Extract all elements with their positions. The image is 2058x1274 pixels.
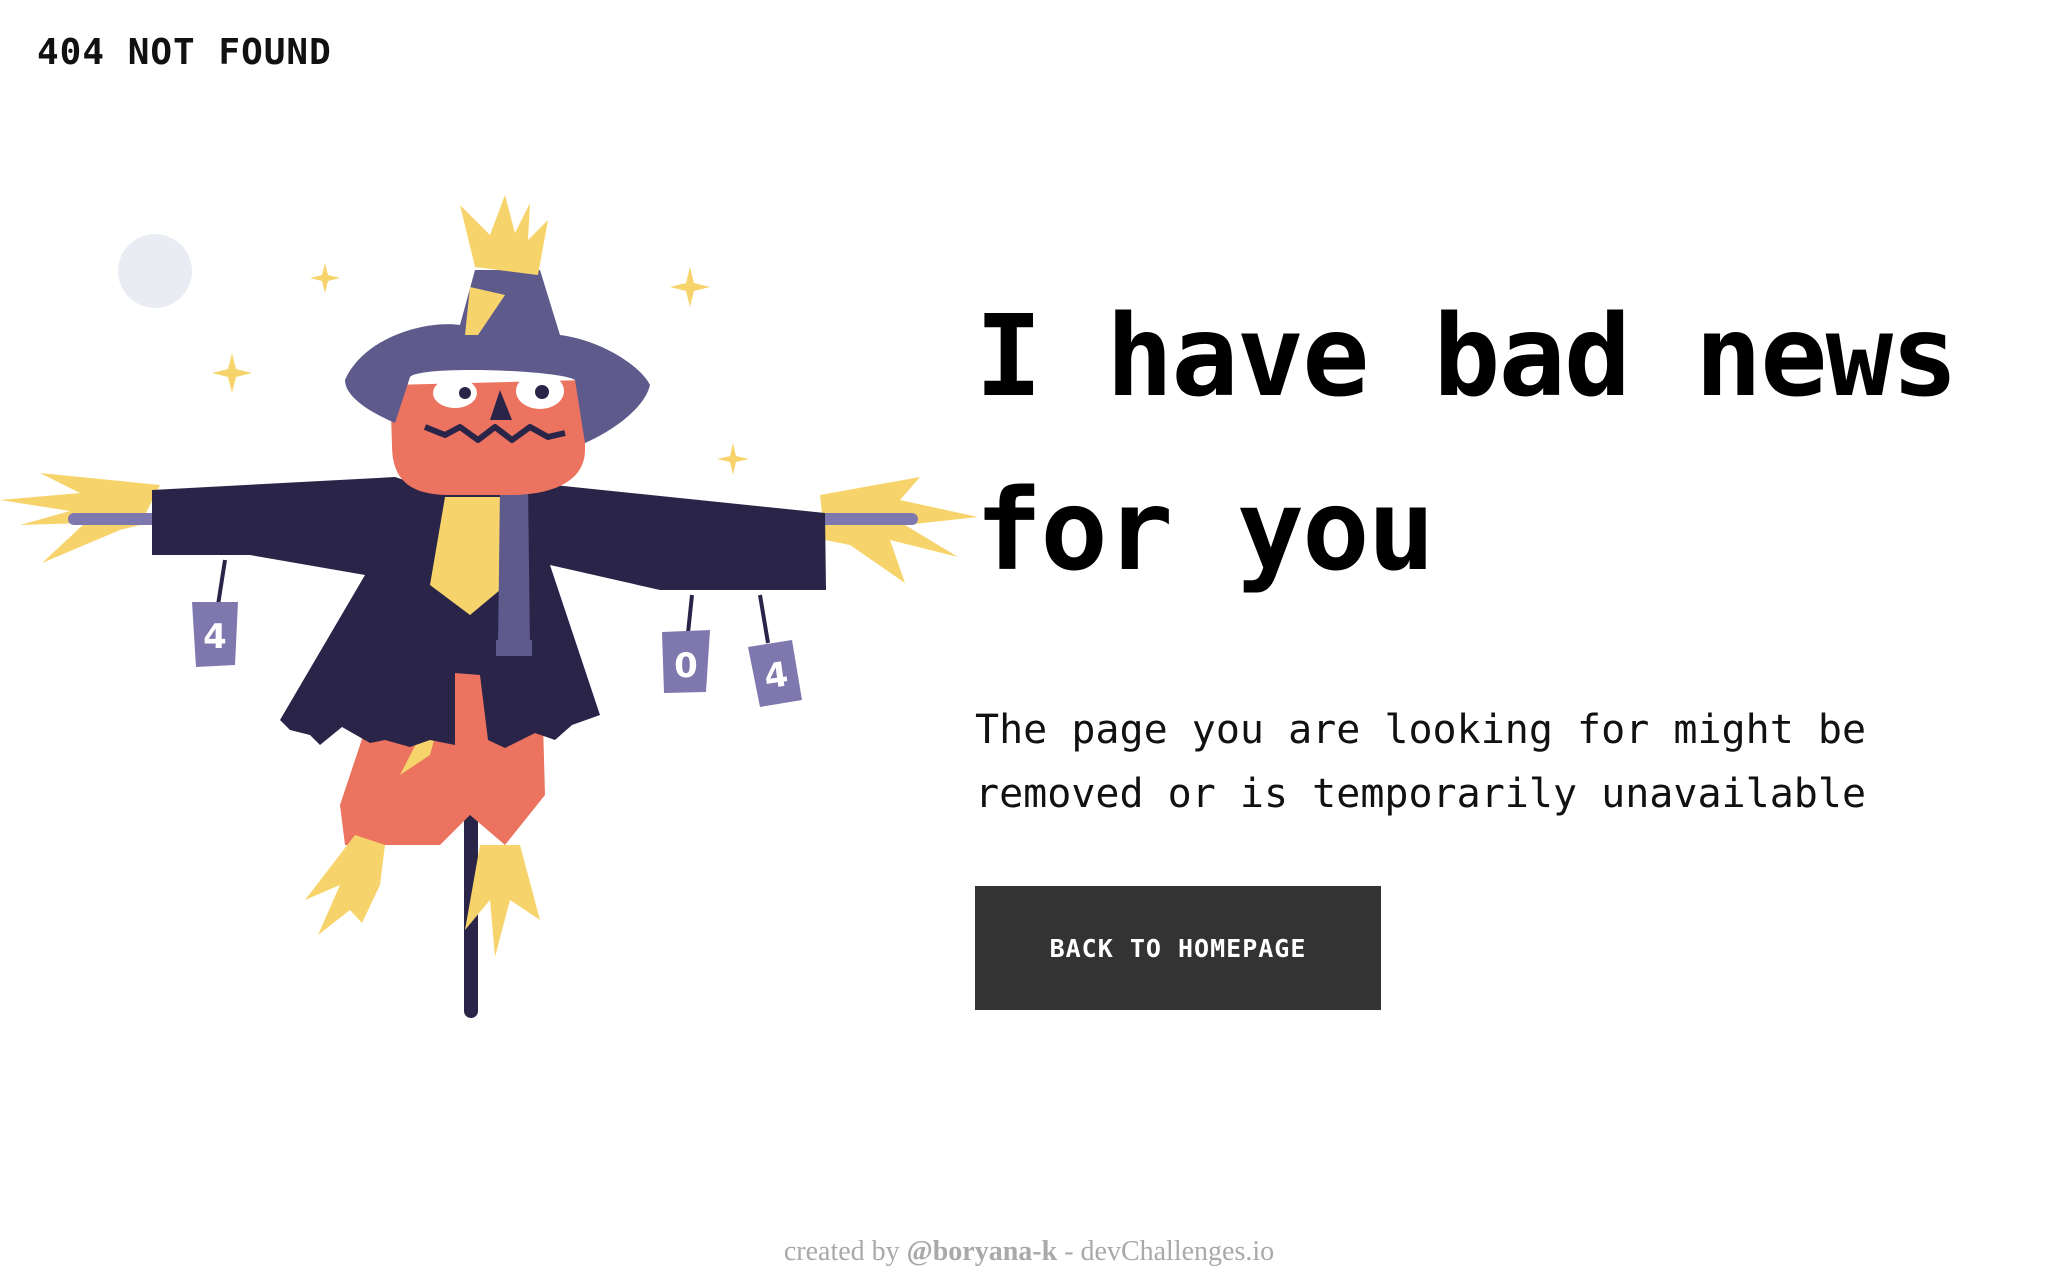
description-line-2: removed or is temporarily unavailable: [975, 771, 1867, 817]
scarecrow-illustration: 4 0 4: [0, 195, 980, 1025]
can-label-4-left: 4: [203, 617, 227, 657]
headline-line-1: I have bad news: [975, 292, 1958, 422]
description-line-1: The page you are looking for might be: [975, 707, 1867, 753]
moon-shape: [118, 234, 192, 308]
footer-separator: -: [1057, 1236, 1081, 1267]
description: The page you are looking for might be re…: [975, 698, 1975, 826]
brand-title: 404 NOT FOUND: [37, 32, 332, 73]
main-content: I have bad news for you The page you are…: [975, 270, 2045, 1010]
headline-line-2: for you: [975, 466, 1435, 596]
footer-credit: created by @boryana-k - devChallenges.io: [0, 1236, 2058, 1268]
author-link[interactable]: @boryana-k: [907, 1236, 1058, 1267]
right-hand-straw: [820, 477, 978, 583]
hat-straw: [460, 195, 548, 275]
headline: I have bad news for you: [975, 270, 2045, 618]
back-to-homepage-button[interactable]: BACK TO HOMEPAGE: [975, 886, 1381, 1010]
site-link[interactable]: devChallenges.io: [1081, 1236, 1275, 1267]
can-label-0: 0: [674, 646, 698, 686]
footer-prefix: created by: [783, 1236, 907, 1267]
